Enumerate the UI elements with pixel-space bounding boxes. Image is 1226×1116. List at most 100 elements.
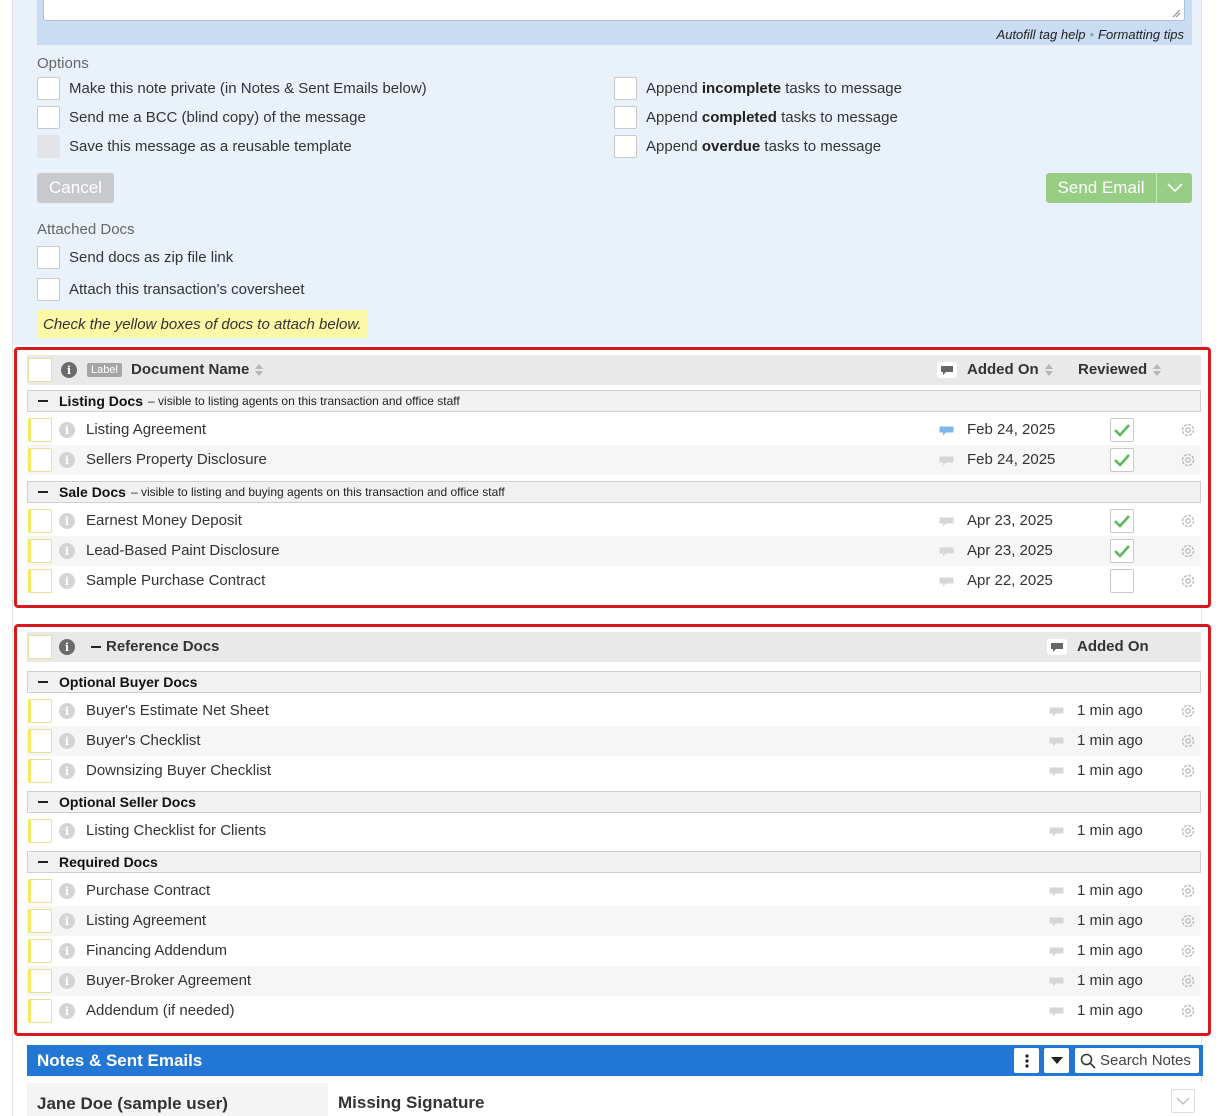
reviewed-checkbox[interactable] xyxy=(1110,418,1134,442)
gear-icon[interactable] xyxy=(1179,912,1197,930)
doc-row[interactable]: i Buyer's Checklist 1 min ago xyxy=(27,726,1201,756)
doc-name[interactable]: Addendum (if needed) xyxy=(86,1002,234,1019)
minus-icon[interactable] xyxy=(91,646,101,648)
private-note-checkbox[interactable] xyxy=(37,76,60,100)
info-icon[interactable]: i xyxy=(59,452,75,468)
doc-row[interactable]: i Earnest Money Deposit Apr 23, 2025 xyxy=(27,506,1201,536)
minus-icon[interactable] xyxy=(38,681,48,683)
doc-name[interactable]: Buyer-Broker Agreement xyxy=(86,972,251,989)
notes-dropdown-button[interactable] xyxy=(1044,1048,1069,1073)
doc-name[interactable]: Buyer's Estimate Net Sheet xyxy=(86,702,269,719)
doc-row[interactable]: i Listing Agreement Feb 24, 2025 xyxy=(27,415,1201,445)
comment-bubble-icon[interactable] xyxy=(1049,827,1064,837)
info-icon[interactable]: i xyxy=(59,943,75,959)
doc-row[interactable]: i Buyer-Broker Agreement 1 min ago xyxy=(27,966,1201,996)
select-all-checkbox[interactable] xyxy=(28,635,52,659)
doc-name[interactable]: Earnest Money Deposit xyxy=(86,512,242,529)
send-email-button[interactable]: Send Email xyxy=(1046,173,1156,203)
option-bcc[interactable]: Send me a BCC (blind copy) of the messag… xyxy=(37,105,366,129)
attach-doc-checkbox[interactable] xyxy=(28,939,52,963)
gear-icon[interactable] xyxy=(1179,1002,1197,1020)
info-icon[interactable]: i xyxy=(61,362,77,378)
info-icon[interactable]: i xyxy=(59,543,75,559)
select-all-checkbox[interactable] xyxy=(28,358,52,382)
option-private-note[interactable]: Make this note private (in Notes & Sent … xyxy=(37,76,427,100)
comment-bubble-icon[interactable] xyxy=(1049,1007,1064,1017)
info-icon[interactable]: i xyxy=(59,823,75,839)
doc-name[interactable]: Listing Agreement xyxy=(86,421,206,438)
doc-row[interactable]: i Sellers Property Disclosure Feb 24, 20… xyxy=(27,445,1201,475)
group-listing-docs[interactable]: Listing Docs – visible to listing agents … xyxy=(27,390,1201,412)
comment-bubble-icon[interactable] xyxy=(939,426,954,436)
info-icon[interactable]: i xyxy=(59,913,75,929)
doc-name[interactable]: Purchase Contract xyxy=(86,882,210,899)
doc-name[interactable]: Financing Addendum xyxy=(86,942,227,959)
doc-row[interactable]: i Sample Purchase Contract Apr 22, 2025 xyxy=(27,566,1201,596)
added-on-column[interactable]: Added On xyxy=(967,361,1053,378)
note-expand-button[interactable] xyxy=(1171,1089,1195,1113)
reviewed-checkbox[interactable] xyxy=(1110,539,1134,563)
minus-icon[interactable] xyxy=(38,801,48,803)
doc-name[interactable]: Listing Agreement xyxy=(86,912,206,929)
comment-bubble-icon[interactable] xyxy=(1049,707,1064,717)
comment-bubble-icon[interactable] xyxy=(939,517,954,527)
bcc-checkbox[interactable] xyxy=(37,105,60,129)
message-body-textarea[interactable] xyxy=(43,0,1185,21)
group-optional-seller-docs[interactable]: Optional Seller Docs xyxy=(27,791,1201,813)
doc-name[interactable]: Downsizing Buyer Checklist xyxy=(86,762,271,779)
gear-icon[interactable] xyxy=(1179,451,1197,469)
doc-row[interactable]: i Lead-Based Paint Disclosure Apr 23, 20… xyxy=(27,536,1201,566)
minus-icon[interactable] xyxy=(38,491,48,493)
group-required-docs[interactable]: Required Docs xyxy=(27,851,1201,873)
append-completed-checkbox[interactable] xyxy=(614,105,637,129)
cancel-button[interactable]: Cancel xyxy=(37,173,114,203)
doc-name[interactable]: Buyer's Checklist xyxy=(86,732,201,749)
comment-bubble-icon[interactable] xyxy=(939,577,954,587)
info-icon[interactable]: i xyxy=(59,573,75,589)
info-icon[interactable]: i xyxy=(59,422,75,438)
info-icon[interactable]: i xyxy=(59,639,75,655)
gear-icon[interactable] xyxy=(1179,421,1197,439)
append-overdue-checkbox[interactable] xyxy=(614,134,637,158)
attach-doc-checkbox[interactable] xyxy=(28,448,52,472)
doc-row[interactable]: i Financing Addendum 1 min ago xyxy=(27,936,1201,966)
info-icon[interactable]: i xyxy=(59,1003,75,1019)
option-append-completed[interactable]: Append completed tasks to message xyxy=(614,105,898,129)
attach-doc-checkbox[interactable] xyxy=(28,759,52,783)
coversheet-checkbox[interactable] xyxy=(37,277,60,301)
reviewed-checkbox[interactable] xyxy=(1110,509,1134,533)
attach-doc-checkbox[interactable] xyxy=(28,969,52,993)
attach-doc-checkbox[interactable] xyxy=(28,699,52,723)
info-icon[interactable]: i xyxy=(59,513,75,529)
search-notes-button[interactable]: Search Notes xyxy=(1075,1048,1199,1073)
comment-bubble-icon[interactable] xyxy=(1049,887,1064,897)
reviewed-checkbox[interactable] xyxy=(1110,569,1134,593)
gear-icon[interactable] xyxy=(1179,702,1197,720)
resize-grip-icon[interactable] xyxy=(1172,9,1181,18)
group-sale-docs[interactable]: Sale Docs – visible to listing and buying… xyxy=(27,481,1201,503)
gear-icon[interactable] xyxy=(1179,762,1197,780)
attach-doc-checkbox[interactable] xyxy=(28,569,52,593)
info-icon[interactable]: i xyxy=(59,973,75,989)
attach-doc-checkbox[interactable] xyxy=(28,539,52,563)
autofill-tag-help-link[interactable]: Autofill tag help xyxy=(997,27,1086,42)
doc-name[interactable]: Sellers Property Disclosure xyxy=(86,451,267,468)
option-zip-link[interactable]: Send docs as zip file link xyxy=(37,245,233,269)
reviewed-column[interactable]: Reviewed xyxy=(1078,361,1162,378)
document-name-column[interactable]: Document Name xyxy=(131,361,264,378)
send-options-dropdown[interactable] xyxy=(1156,173,1192,203)
gear-icon[interactable] xyxy=(1179,972,1197,990)
append-incomplete-checkbox[interactable] xyxy=(614,76,637,100)
doc-row[interactable]: i Purchase Contract 1 min ago xyxy=(27,876,1201,906)
zip-link-checkbox[interactable] xyxy=(37,245,60,269)
option-coversheet[interactable]: Attach this transaction's coversheet xyxy=(37,277,304,301)
doc-row[interactable]: i Downsizing Buyer Checklist 1 min ago xyxy=(27,756,1201,786)
doc-row[interactable]: i Listing Agreement 1 min ago xyxy=(27,906,1201,936)
doc-name[interactable]: Listing Checklist for Clients xyxy=(86,822,266,839)
added-on-column[interactable]: Added On xyxy=(1077,638,1149,655)
attach-doc-checkbox[interactable] xyxy=(28,729,52,753)
gear-icon[interactable] xyxy=(1179,942,1197,960)
doc-name[interactable]: Sample Purchase Contract xyxy=(86,572,265,589)
gear-icon[interactable] xyxy=(1179,512,1197,530)
option-append-incomplete[interactable]: Append incomplete tasks to message xyxy=(614,76,902,100)
